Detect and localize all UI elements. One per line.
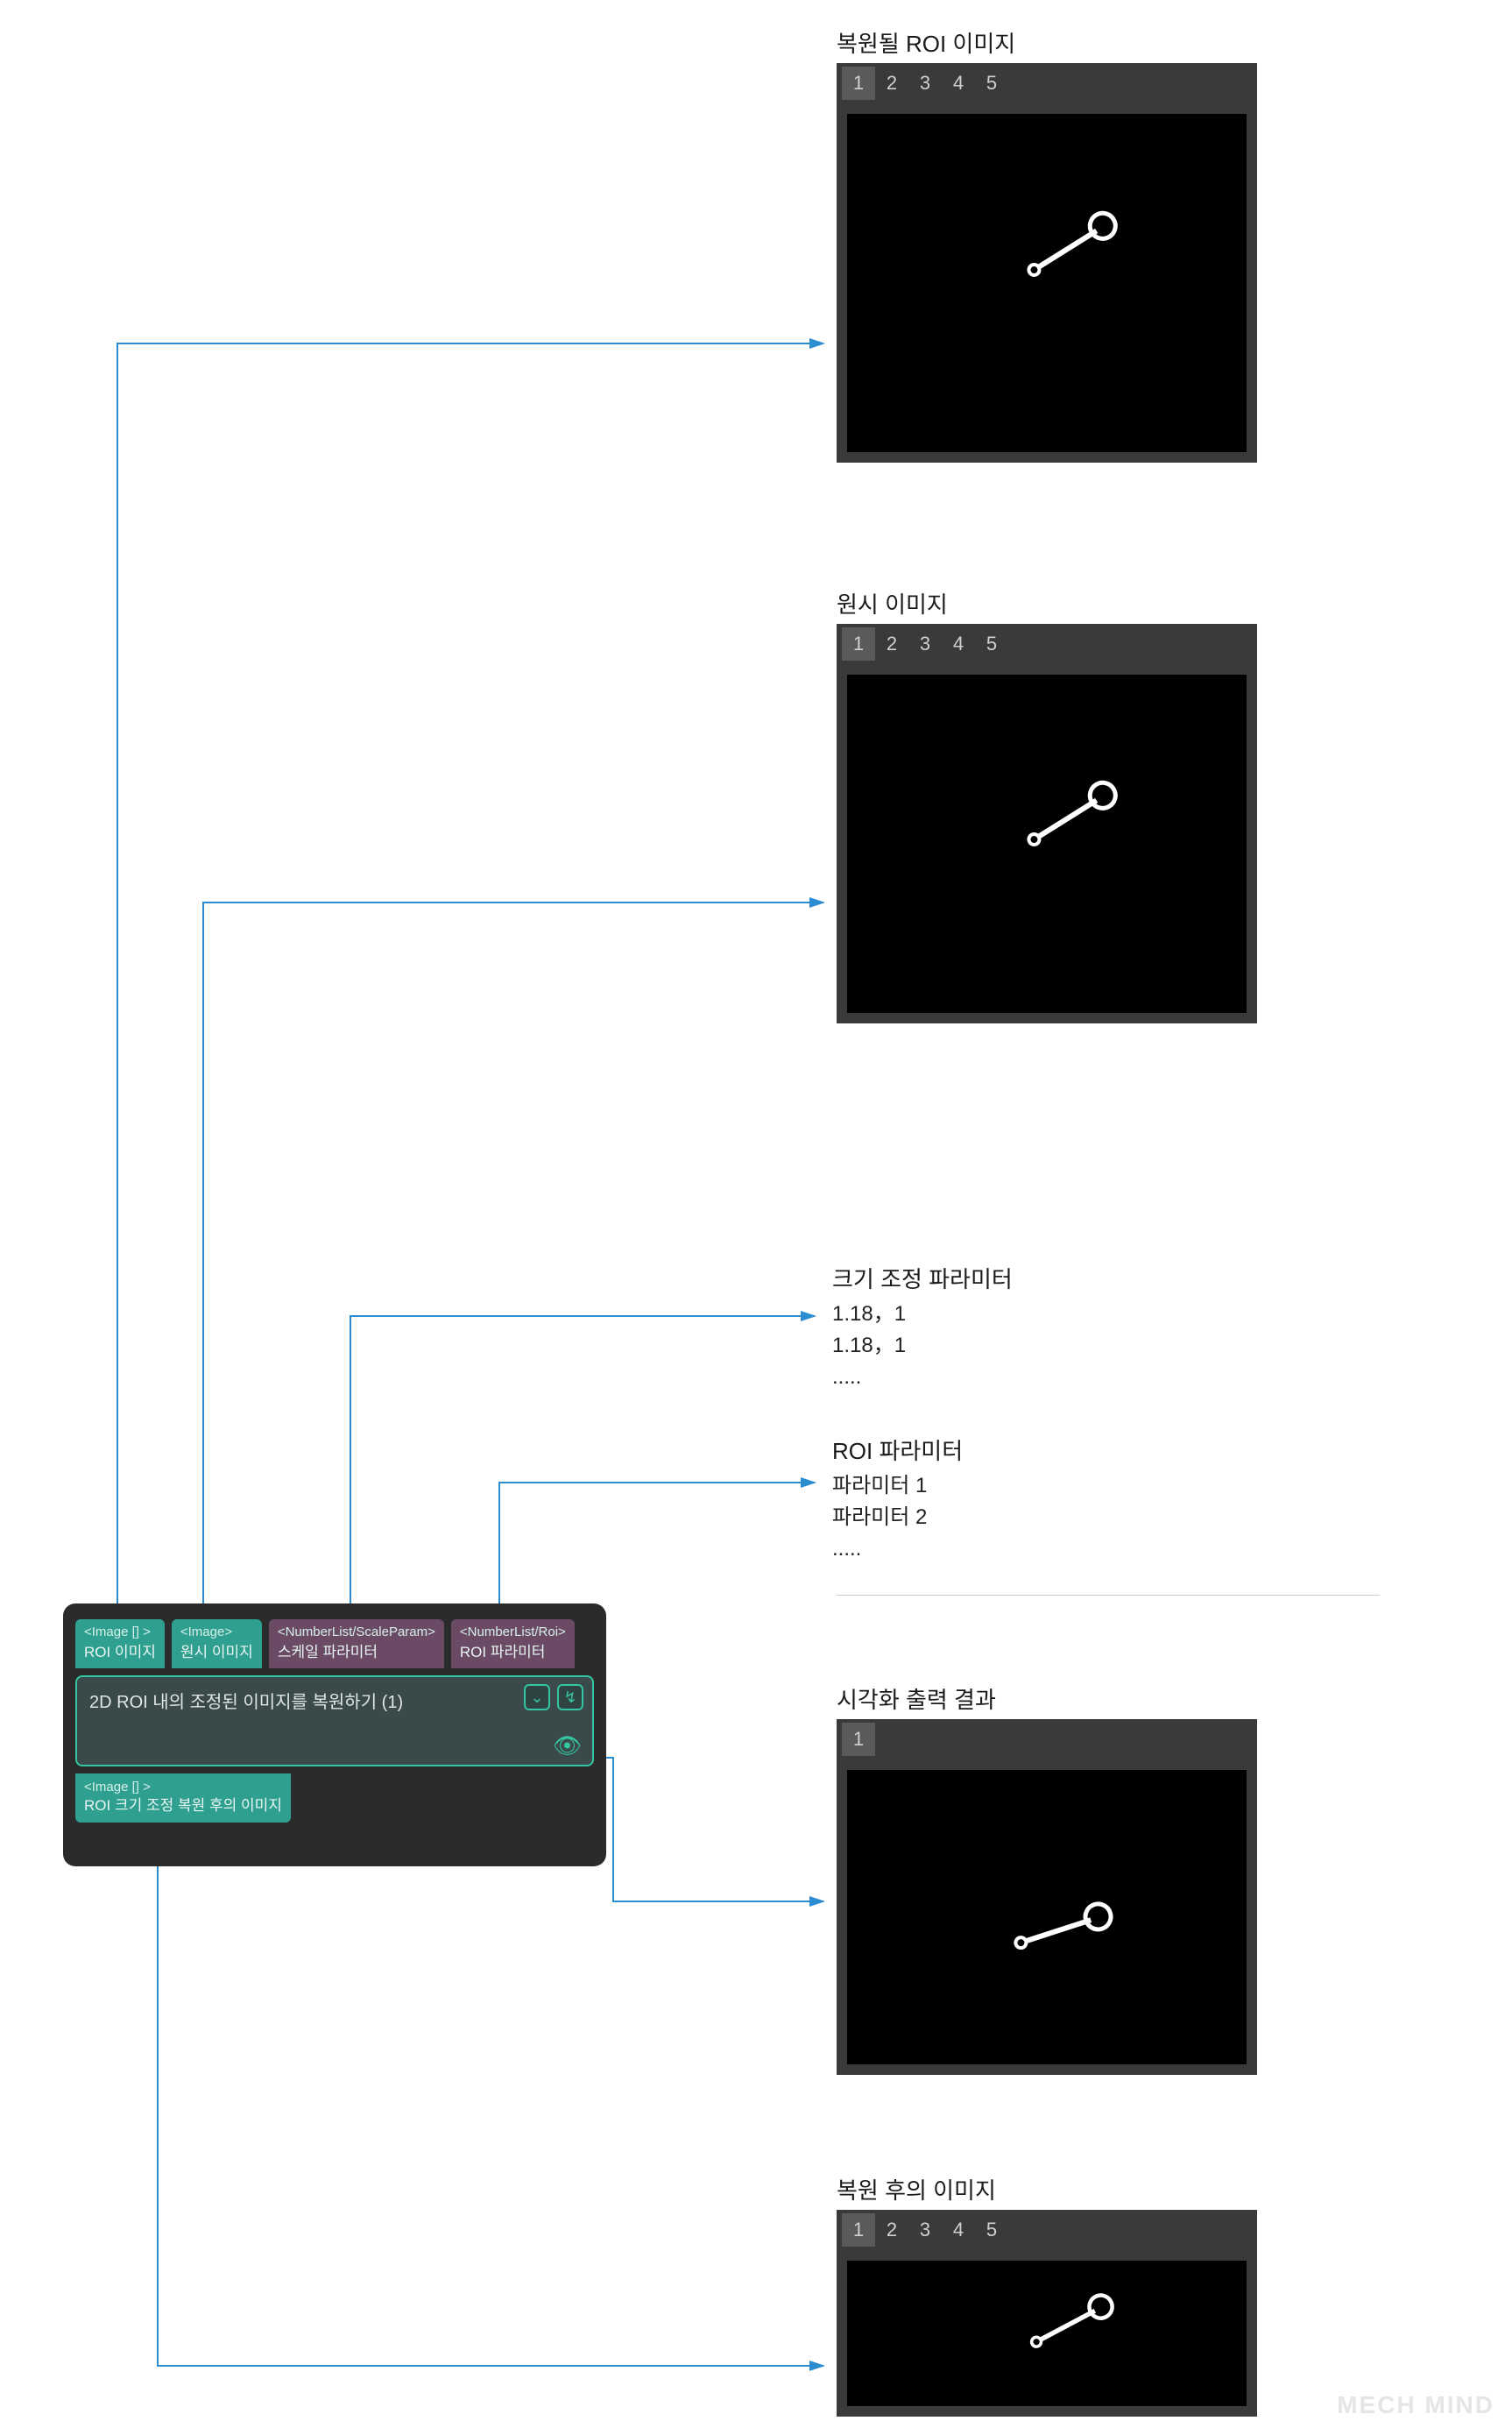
restored-tab-4[interactable]: 4 [942,2213,975,2247]
port-roi-image-type: <Image [] > [84,1625,156,1641]
input-ports: <Image [] > ROI 이미지 <Image> 원시 이미지 <Numb… [75,1619,594,1668]
port-roi-image[interactable]: <Image [] > ROI 이미지 [75,1619,165,1668]
chevron-down-icon: ⌄ [530,1688,543,1707]
port-raw-image-type: <Image> [180,1625,253,1641]
restored-tab-3[interactable]: 3 [908,2213,942,2247]
panel1-tab-1[interactable]: 1 [842,67,875,100]
run-button[interactable]: ↯ [557,1684,583,1710]
scale-line-3: ..... [832,1362,906,1393]
panel1-view [847,114,1247,452]
panel2-view [847,675,1247,1013]
connector-lines [0,0,1512,2428]
panel1-tab-4[interactable]: 4 [942,67,975,100]
panel2-tab-2[interactable]: 2 [875,627,908,661]
node-body[interactable]: 2D ROI 내의 조정된 이미지를 복원하기 (1) ⌄ ↯ 👁 [75,1675,594,1766]
panel2-tab-1[interactable]: 1 [842,627,875,661]
port-roi-param-label: ROI 파라미터 [460,1644,546,1660]
port-raw-image-label: 원시 이미지 [180,1644,253,1660]
panel-roi-restore: 1 2 3 4 5 [837,63,1257,463]
port-roi-param-type: <NumberList/Roi> [460,1625,566,1641]
panel1-tabs: 1 2 3 4 5 [837,63,1257,103]
panel2-title: 원시 이미지 [837,587,948,619]
port-scale-param-type: <NumberList/ScaleParam> [278,1625,435,1641]
panel-raw-image: 1 2 3 4 5 [837,624,1257,1023]
panel2-tab-5[interactable]: 5 [975,627,1008,661]
scale-values: 1.18，1 1.18，1 ..... [832,1299,906,1393]
port-scale-param[interactable]: <NumberList/ScaleParam> 스케일 파라미터 [269,1619,444,1668]
node-title: 2D ROI 내의 조정된 이미지를 복원하기 (1) [89,1693,403,1712]
scale-line-2: 1.18，1 [832,1330,906,1362]
bolt-icon: ↯ [563,1688,576,1707]
panel-restored: 1 2 3 4 5 [837,2210,1257,2417]
restored-title: 복원 후의 이미지 [837,2173,996,2205]
port-raw-image[interactable]: <Image> 원시 이미지 [172,1619,262,1668]
panel2-tabs: 1 2 3 4 5 [837,624,1257,664]
restored-tabs: 1 2 3 4 5 [837,2210,1257,2250]
viz-tab-1[interactable]: 1 [842,1723,875,1756]
scale-title: 크기 조정 파라미터 [832,1262,1013,1294]
port-roi-param[interactable]: <NumberList/Roi> ROI 파라미터 [451,1619,575,1668]
roi-line-3: ..... [832,1533,927,1565]
panel2-tab-3[interactable]: 3 [908,627,942,661]
eye-icon: 👁 [553,1732,582,1759]
restored-view [847,2261,1247,2406]
collapse-button[interactable]: ⌄ [524,1684,550,1710]
roi-values: 파라미터 1 파라미터 2 ..... [832,1470,927,1565]
scale-line-1: 1.18，1 [832,1299,906,1330]
restored-tab-2[interactable]: 2 [875,2213,908,2247]
viz-view [847,1770,1247,2064]
viz-title: 시각화 출력 결과 [837,1682,996,1715]
roi-line-2: 파라미터 2 [832,1502,927,1533]
visualize-button[interactable]: 👁 [553,1732,582,1759]
restored-tab-1[interactable]: 1 [842,2213,875,2247]
separator [837,1595,1380,1596]
restored-tab-5[interactable]: 5 [975,2213,1008,2247]
viz-tabs: 1 [837,1719,1257,1759]
panel2-tab-4[interactable]: 4 [942,627,975,661]
panel-viz: 1 [837,1719,1257,2075]
port-roi-image-label: ROI 이미지 [84,1644,156,1660]
watermark: MECH MIND [1337,2391,1494,2419]
roi-line-1: 파라미터 1 [832,1470,927,1502]
port-output-label: ROI 크기 조정 복원 후의 이미지 [84,1797,282,1814]
panel1-tab-3[interactable]: 3 [908,67,942,100]
port-scale-param-label: 스케일 파라미터 [278,1644,378,1660]
panel1-title: 복원될 ROI 이미지 [837,26,1015,59]
roi-title: ROI 파라미터 [832,1433,963,1466]
port-output-type: <Image [] > [84,1779,282,1796]
panel1-tab-2[interactable]: 2 [875,67,908,100]
panel1-tab-5[interactable]: 5 [975,67,1008,100]
node-recover-2droi[interactable]: <Image [] > ROI 이미지 <Image> 원시 이미지 <Numb… [63,1603,606,1866]
port-output-restored[interactable]: <Image [] > ROI 크기 조정 복원 후의 이미지 [75,1773,291,1823]
